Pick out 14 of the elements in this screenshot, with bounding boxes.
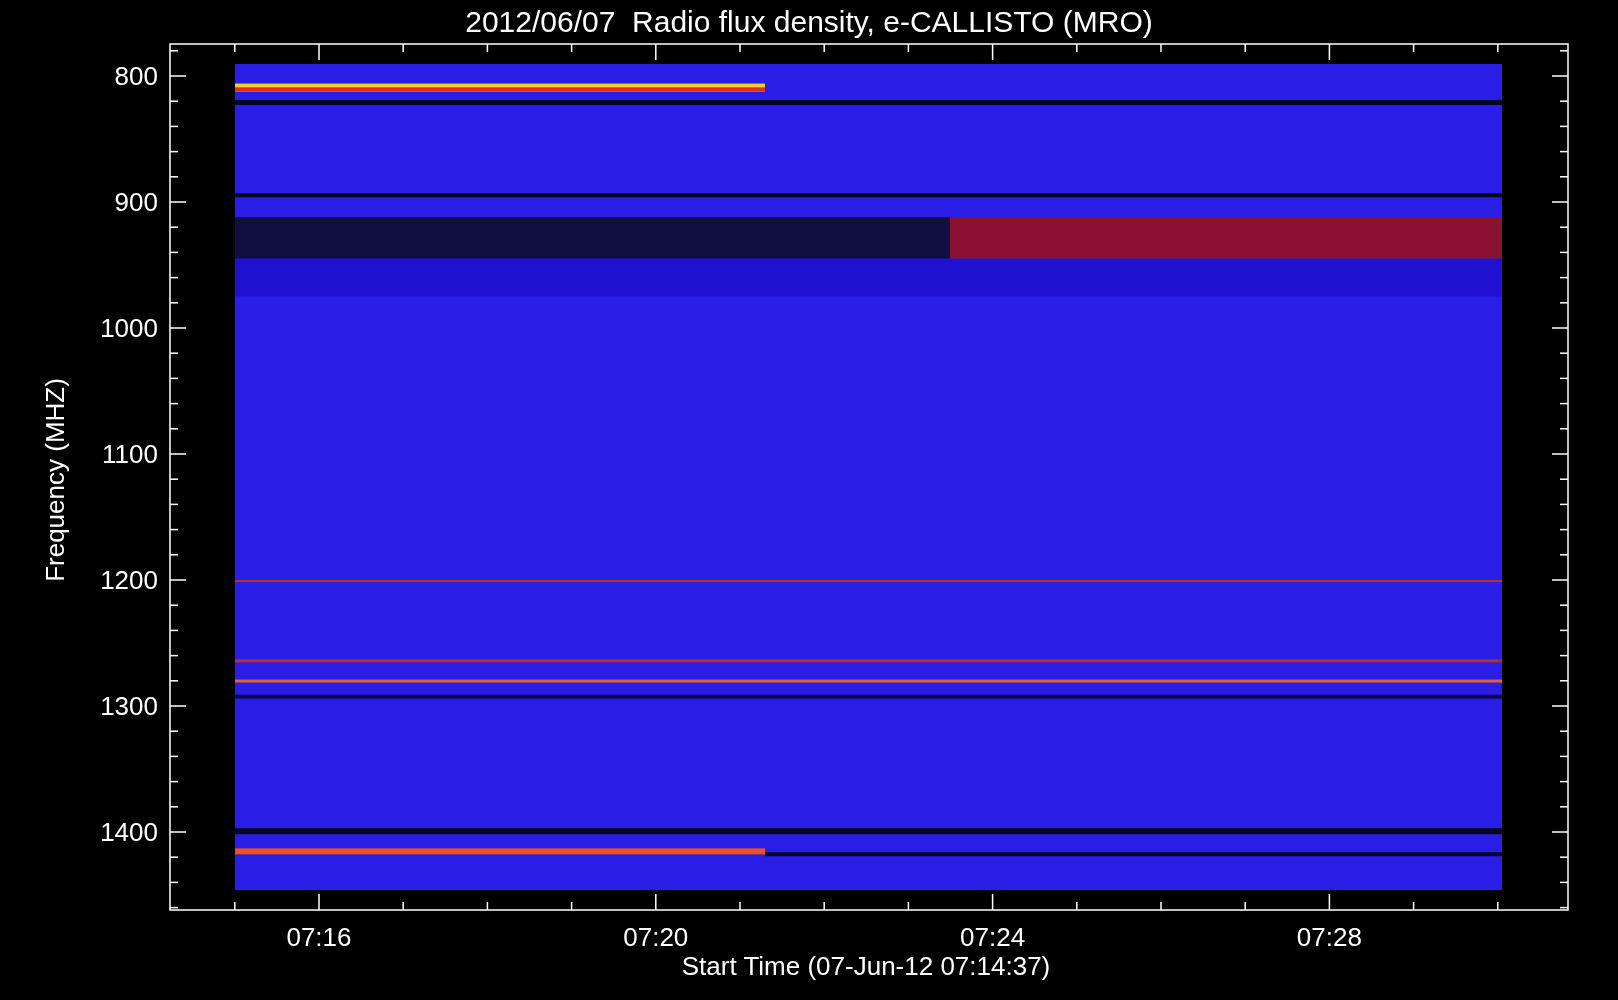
y-tick-label: 1400 [100, 817, 158, 847]
y-tick-label: 1300 [100, 691, 158, 721]
x-tick-label: 07:16 [286, 922, 352, 952]
chart-title: 2012/06/07 Radio flux density, e-CALLISTO (MRO) [465, 5, 1153, 38]
x-tick-label: 07:28 [1296, 922, 1362, 952]
x-tick-label: 07:20 [623, 922, 689, 952]
y-axis-label: Frequency (MHZ) [40, 378, 70, 582]
y-tick-label: 1200 [100, 565, 158, 595]
y-tick-label: 1000 [100, 313, 158, 343]
x-tick-label: 07:24 [960, 922, 1026, 952]
y-tick-label: 900 [114, 187, 158, 217]
y-tick-label: 800 [114, 61, 158, 91]
y-tick-label: 1100 [102, 439, 158, 469]
x-axis-label: Start Time (07-Jun-12 07:14:37) [681, 951, 1051, 981]
